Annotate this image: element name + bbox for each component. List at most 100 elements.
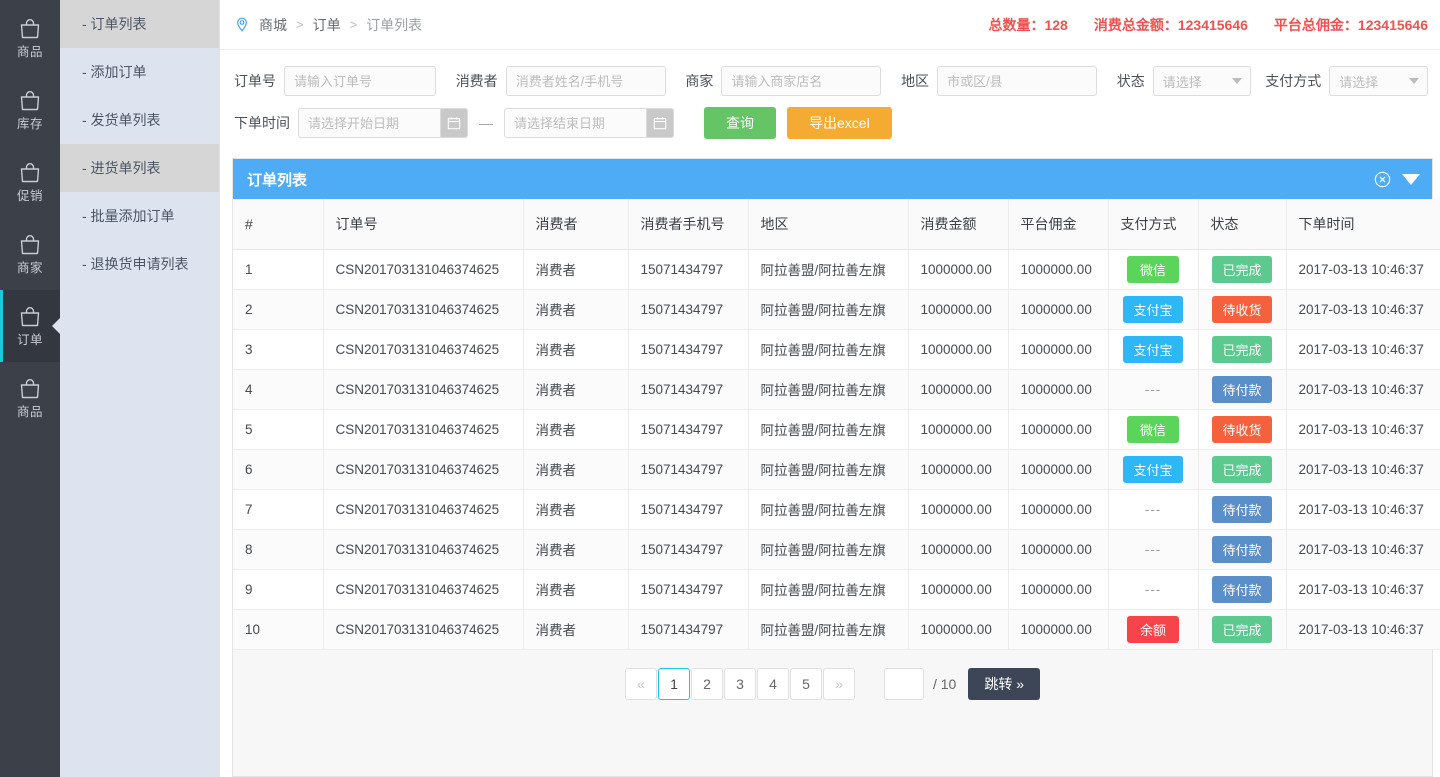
cell-consumer: 消费者 — [523, 369, 629, 410]
search-button[interactable]: 查询 — [704, 107, 776, 139]
cell-payment: --- — [1108, 569, 1199, 610]
submenu-item-0[interactable]: - 订单列表 — [60, 0, 219, 48]
cell-amount: 1000000.00 — [908, 489, 1009, 530]
submenu-item-5[interactable]: - 退换货申请列表 — [60, 240, 219, 288]
region-input[interactable] — [937, 66, 1098, 96]
table-row[interactable]: 9 CSN201703131046374625 消费者 15071434797 … — [233, 569, 1440, 610]
rail-item-2[interactable]: 促销 — [0, 146, 60, 218]
app-root: 商品 库存 促销 商家 订单 商品 - 订单列表 - 添加订单 - 发货单列表 … — [0, 0, 1440, 777]
date-range-separator: — — [479, 115, 493, 131]
breadcrumb-item-1[interactable]: 订单 — [313, 15, 341, 35]
cell-commission: 1000000.00 — [1008, 609, 1109, 650]
cell-region: 阿拉善盟/阿拉善左旗 — [748, 249, 909, 290]
status-badge: 已完成 — [1212, 255, 1272, 283]
table-head: # 订单号 消费者 消费者手机号 地区 消费金额 平台佣金 支付方式 状态 下单… — [233, 199, 1440, 250]
cell-order-no: CSN201703131046374625 — [323, 449, 524, 490]
chevron-down-icon[interactable] — [1402, 173, 1420, 185]
payment-select[interactable]: 请选择 — [1329, 66, 1428, 96]
cell-commission: 1000000.00 — [1008, 249, 1109, 290]
cell-consumer: 消费者 — [523, 569, 629, 610]
order-no-input[interactable] — [284, 66, 436, 96]
submenu-item-label: - 发货单列表 — [82, 112, 161, 128]
table-row[interactable]: 8 CSN201703131046374625 消费者 15071434797 … — [233, 529, 1440, 570]
submenu-panel: - 订单列表 - 添加订单 - 发货单列表 - 进货单列表 - 批量添加订单 -… — [60, 0, 220, 777]
status-select-value: 请选择 — [1162, 74, 1202, 90]
cell-index: 4 — [233, 369, 324, 410]
rail-item-4[interactable]: 订单 — [0, 290, 60, 362]
table-row[interactable]: 3 CSN201703131046374625 消费者 15071434797 … — [233, 329, 1440, 370]
cell-amount: 1000000.00 — [908, 449, 1009, 490]
bag-icon — [18, 89, 42, 113]
chevron-down-icon — [1409, 78, 1419, 84]
cell-time: 2017-03-13 10:46:37 — [1286, 369, 1440, 410]
pagination-jump-button[interactable]: 跳转 » — [968, 667, 1041, 700]
cell-index: 10 — [233, 609, 324, 650]
export-excel-button[interactable]: 导出excel — [787, 107, 892, 139]
calendar-icon[interactable] — [646, 108, 674, 138]
order-table-wrapper: # 订单号 消费者 消费者手机号 地区 消费金额 平台佣金 支付方式 状态 下单… — [233, 199, 1440, 650]
calendar-icon[interactable] — [440, 108, 468, 138]
submenu-item-4[interactable]: - 批量添加订单 — [60, 192, 219, 240]
payment-none: --- — [1144, 581, 1162, 597]
cell-payment: --- — [1108, 529, 1199, 570]
submenu-item-2[interactable]: - 发货单列表 — [60, 96, 219, 144]
merchant-input[interactable] — [721, 66, 882, 96]
cell-phone: 15071434797 — [628, 529, 749, 570]
rail-item-1[interactable]: 库存 — [0, 74, 60, 146]
cell-region: 阿拉善盟/阿拉善左旗 — [748, 449, 909, 490]
cell-time: 2017-03-13 10:46:37 — [1286, 609, 1440, 650]
pagination-next[interactable]: » — [822, 667, 855, 700]
column-header-1: 订单号 — [323, 199, 524, 250]
pagination-page-5[interactable]: 5 — [789, 667, 822, 700]
date-start-input[interactable] — [298, 108, 440, 138]
column-header-7: 支付方式 — [1108, 199, 1199, 250]
status-badge: 已完成 — [1212, 335, 1272, 363]
table-row[interactable]: 10 CSN201703131046374625 消费者 15071434797… — [233, 609, 1440, 650]
payment-select-value: 请选择 — [1339, 74, 1379, 90]
cell-phone: 15071434797 — [628, 449, 749, 490]
cell-amount: 1000000.00 — [908, 609, 1009, 650]
stat-total-count: 总数量：128 — [988, 16, 1068, 33]
submenu-item-1[interactable]: - 添加订单 — [60, 48, 219, 96]
status-select[interactable]: 请选择 — [1152, 66, 1252, 96]
pagination-page-4[interactable]: 4 — [756, 667, 789, 700]
cell-amount: 1000000.00 — [908, 569, 1009, 610]
pagination-page-2[interactable]: 2 — [690, 667, 723, 700]
cell-time: 2017-03-13 10:46:37 — [1286, 449, 1440, 490]
pagination-page-3[interactable]: 3 — [723, 667, 756, 700]
table-row[interactable]: 7 CSN201703131046374625 消费者 15071434797 … — [233, 489, 1440, 530]
breadcrumb-item-0[interactable]: 商城 — [259, 15, 287, 35]
table-header-row: # 订单号 消费者 消费者手机号 地区 消费金额 平台佣金 支付方式 状态 下单… — [233, 199, 1440, 250]
close-circle-icon[interactable] — [1374, 171, 1391, 188]
rail-item-0[interactable]: 商品 — [0, 2, 60, 74]
table-row[interactable]: 5 CSN201703131046374625 消费者 15071434797 … — [233, 409, 1440, 450]
table-row[interactable]: 6 CSN201703131046374625 消费者 15071434797 … — [233, 449, 1440, 490]
table-row[interactable]: 1 CSN201703131046374625 消费者 15071434797 … — [233, 249, 1440, 290]
payment-badge: 余额 — [1127, 615, 1179, 643]
rail-item-5[interactable]: 商品 — [0, 362, 60, 434]
pagination-prev[interactable]: « — [624, 667, 657, 700]
cell-commission: 1000000.00 — [1008, 569, 1109, 610]
cell-payment: --- — [1108, 369, 1199, 410]
pagination-total-label: / 10 — [932, 675, 957, 692]
cell-region: 阿拉善盟/阿拉善左旗 — [748, 409, 909, 450]
column-header-5: 消费金额 — [908, 199, 1009, 250]
status-badge: 待付款 — [1212, 575, 1272, 603]
cell-consumer: 消费者 — [523, 489, 629, 530]
cell-order-no: CSN201703131046374625 — [323, 489, 524, 530]
rail-item-3[interactable]: 商家 — [0, 218, 60, 290]
submenu-item-label: - 订单列表 — [82, 16, 147, 32]
pagination-jump-input[interactable] — [883, 667, 924, 700]
date-end-group — [504, 108, 674, 138]
panel-title: 订单列表 — [247, 171, 308, 189]
column-header-3: 消费者手机号 — [628, 199, 749, 250]
cell-amount: 1000000.00 — [908, 249, 1009, 290]
pagination-page-1[interactable]: 1 — [657, 667, 690, 700]
breadcrumb-separator: > — [349, 17, 358, 32]
consumer-input[interactable] — [505, 66, 666, 96]
payment-badge: 支付宝 — [1123, 295, 1183, 323]
table-row[interactable]: 2 CSN201703131046374625 消费者 15071434797 … — [233, 289, 1440, 330]
date-end-input[interactable] — [504, 108, 646, 138]
table-row[interactable]: 4 CSN201703131046374625 消费者 15071434797 … — [233, 369, 1440, 410]
submenu-item-3[interactable]: - 进货单列表 — [60, 144, 219, 192]
